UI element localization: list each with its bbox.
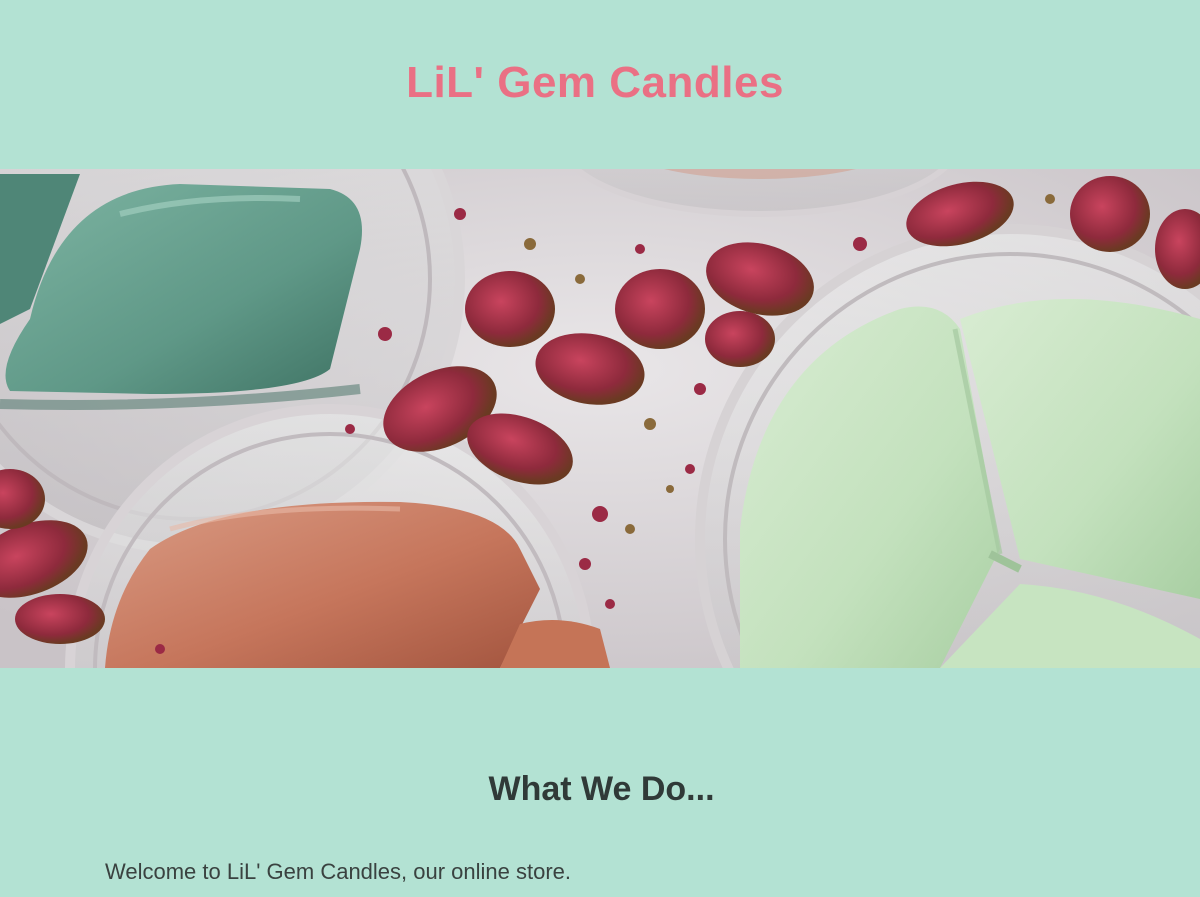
section-heading-what-we-do: What We Do... [488, 770, 715, 808]
intro-paragraph: Welcome to LiL' Gem Candles, our online … [105, 859, 572, 884]
site-header: LiL' Gem Candles [0, 0, 1200, 169]
site-title[interactable]: LiL' Gem Candles [0, 58, 1190, 108]
hero-banner-image [0, 169, 1200, 668]
